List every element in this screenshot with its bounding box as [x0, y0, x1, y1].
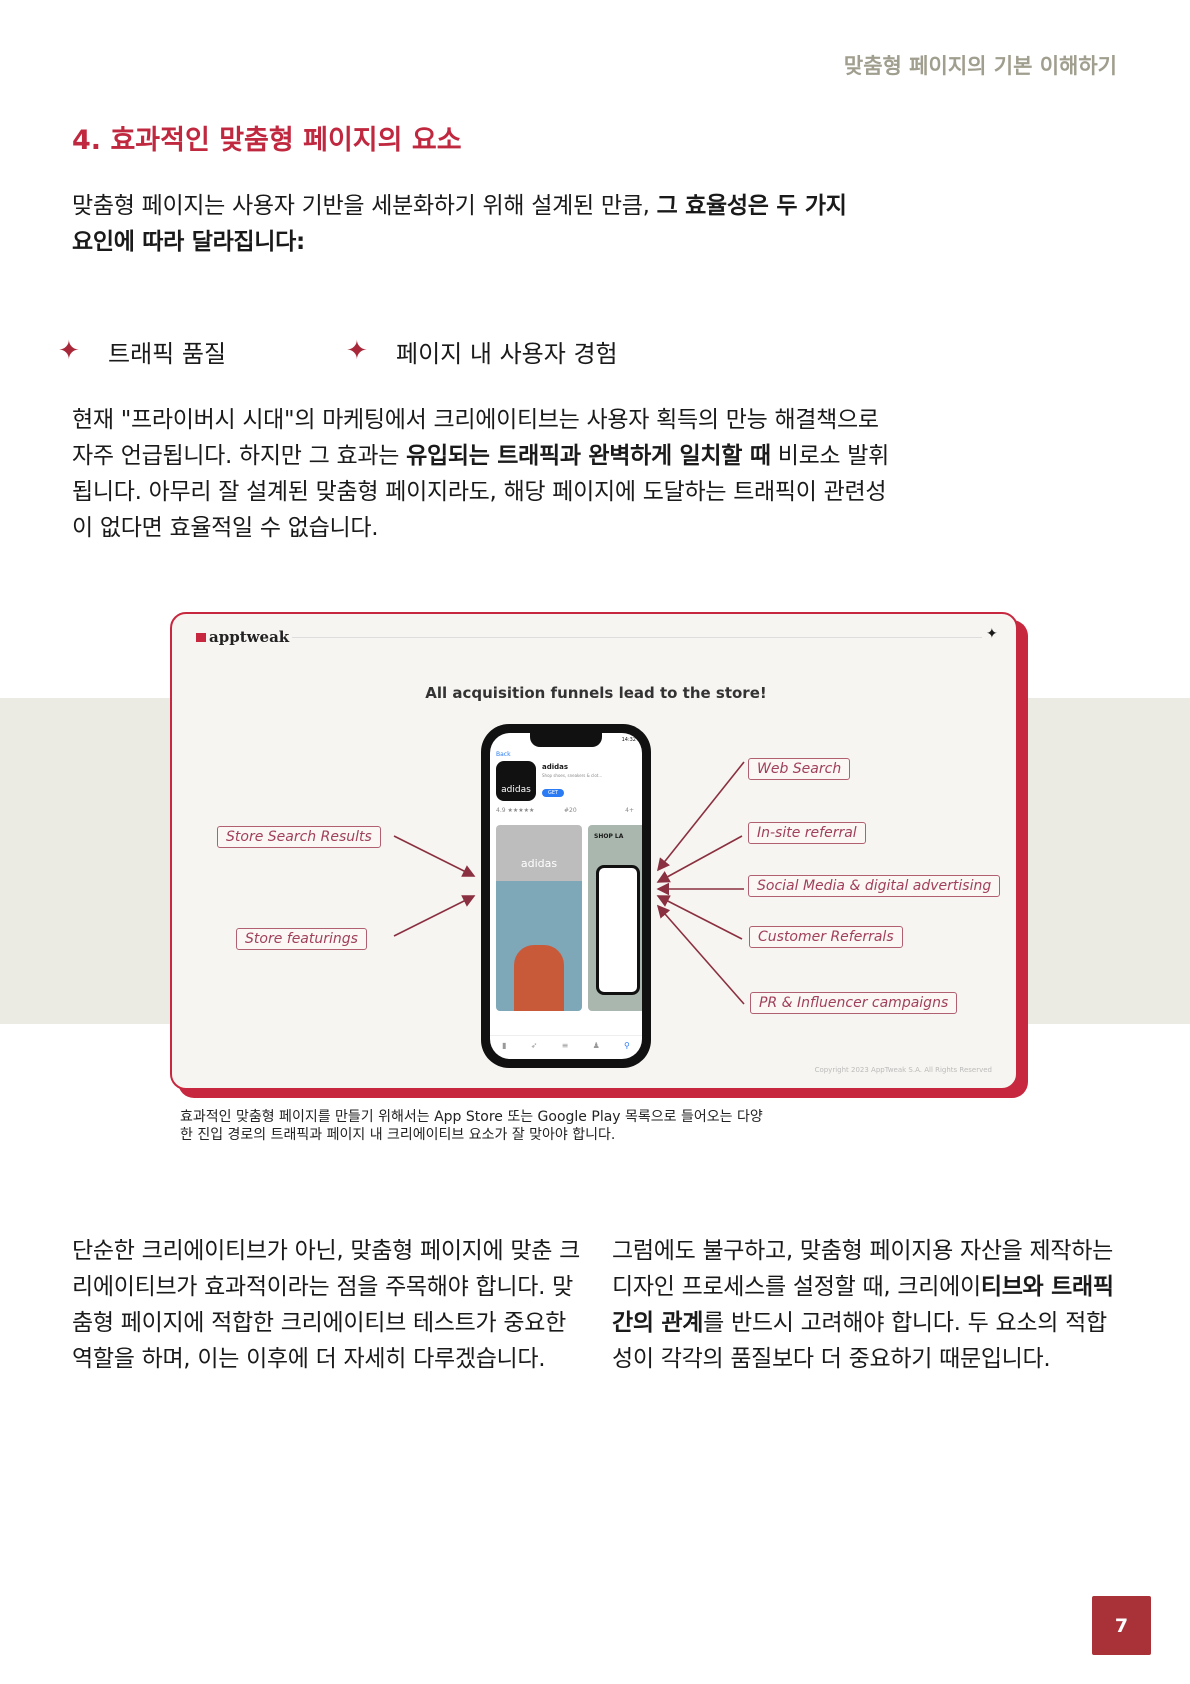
promo-text: SHOP LA — [594, 833, 624, 840]
arrow — [656, 904, 745, 1005]
intro-paragraph: 맞춤형 페이지는 사용자 기반을 세분화하기 위해 설계된 만큼, 그 효율성은… — [72, 188, 872, 260]
label-web-search: Web Search — [748, 758, 851, 780]
screenshot-1: adidas — [496, 825, 582, 1011]
right-column: 그럼에도 불구하고, 맞춤형 페이지용 자산을 제작하는 디자인 프로세스를 설… — [612, 1233, 1122, 1377]
bold-text: 유입되는 트래픽과 완벽하게 일치할 때 — [406, 443, 771, 469]
label-store-search-results: Store Search Results — [217, 826, 381, 848]
page-number: 7 — [1092, 1596, 1151, 1655]
phone-screen: 14:32 Back adidas adidas Shop shoes, sne… — [490, 733, 642, 1059]
caption-line: 한 진입 경로의 트래픽과 페이지 내 크리에이티브 요소가 잘 맞아야 합니다… — [180, 1127, 616, 1143]
intro-text: 맞춤형 페이지는 사용자 기반을 세분화하기 위해 설계된 만큼, — [72, 193, 657, 219]
caption-line: 효과적인 맞춤형 페이지를 만들기 위해서는 App Store 또는 Goog… — [180, 1109, 763, 1125]
age-rating: 4+ — [625, 807, 634, 814]
back-link: Back — [496, 751, 511, 758]
arrow — [656, 835, 743, 883]
body-paragraph: 현재 "프라이버시 시대"의 마케팅에서 크리에이티브는 사용자 획득의 만능 … — [72, 402, 892, 546]
search-icon: ⚲ — [623, 1041, 630, 1050]
stack-icon: ≡ — [561, 1041, 569, 1050]
arrow — [657, 761, 745, 872]
tab-icon: ▮ — [502, 1041, 507, 1050]
phone-notch — [530, 733, 602, 747]
copyright: Copyright 2023 AppTweak S.A. All Rights … — [814, 1066, 992, 1074]
phone-mockup: 14:32 Back adidas adidas Shop shoes, sne… — [481, 724, 651, 1068]
bullet-traffic-quality: 트래픽 품질 — [108, 340, 227, 368]
inner-phone — [596, 865, 640, 995]
get-button: GET — [542, 789, 565, 797]
bullet-user-experience: 페이지 내 사용자 경험 — [396, 340, 618, 368]
screenshot-brand: adidas — [520, 857, 558, 870]
arrow — [393, 835, 476, 877]
figure-caption: 효과적인 맞춤형 페이지를 만들기 위해서는 App Store 또는 Goog… — [180, 1108, 820, 1144]
rocket-icon: ➶ — [530, 1041, 538, 1050]
app-subtitle: Shop shoes, sneakers & clot... — [542, 773, 603, 778]
arrow — [656, 895, 743, 940]
label-customer-referrals: Customer Referrals — [749, 926, 903, 948]
portrait-graphic — [514, 945, 564, 1011]
screenshot-2: SHOP LA — [588, 825, 642, 1011]
icon-brand: adidas — [501, 785, 531, 795]
label-social-media: Social Media & digital advertising — [748, 875, 1001, 897]
rating: 4.9 ★★★★★ — [496, 807, 535, 814]
figure-card: apptweak ✦ All acquisition funnels lead … — [170, 612, 1018, 1090]
arcade-icon: ♟ — [592, 1041, 600, 1050]
status-time: 14:32 — [621, 737, 636, 743]
rank: #20 — [564, 807, 577, 814]
running-title: 맞춤형 페이지의 기본 이해하기 — [843, 54, 1117, 78]
sparkle-star-icon: ✦ — [58, 336, 80, 366]
arrow — [393, 895, 476, 937]
left-column: 단순한 크리에이티브가 아닌, 맞춤형 페이지에 맞춘 크리에이티브가 효과적이… — [72, 1238, 580, 1372]
sparkle-star-icon: ✦ — [346, 336, 368, 366]
app-name: adidas — [542, 763, 569, 771]
tab-bar: ▮ ➶ ≡ ♟ ⚲ — [490, 1035, 642, 1055]
label-store-featurings: Store featurings — [236, 928, 367, 950]
app-icon: adidas — [496, 761, 536, 801]
label-in-site-referral: In-site referral — [748, 822, 866, 844]
section-title: 4. 효과적인 맞춤형 페이지의 요소 — [72, 125, 462, 156]
label-pr-influencer: PR & Influencer campaigns — [750, 992, 958, 1014]
